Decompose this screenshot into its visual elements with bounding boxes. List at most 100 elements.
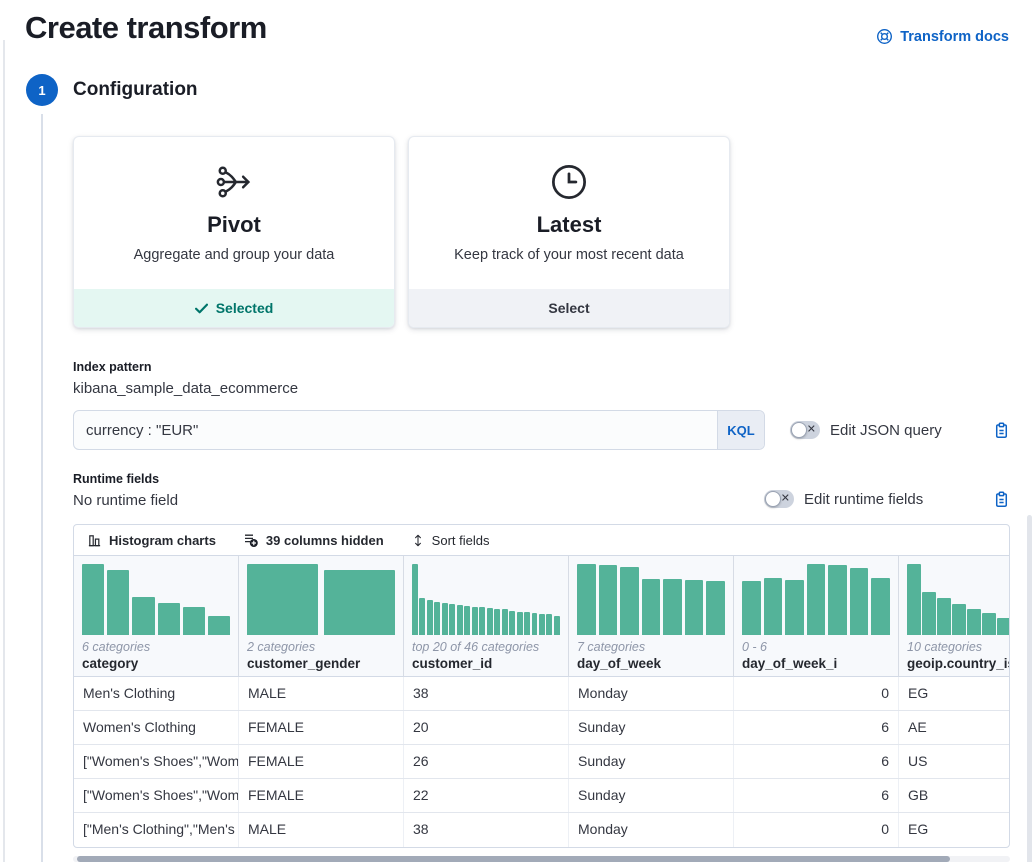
table-cell[interactable]: ["Women's Shoes","Wom... [74,745,239,778]
table-cell[interactable]: 0 [734,677,899,710]
histogram-bar [434,602,440,635]
column-header-customer_gender[interactable]: 2 categoriescustomer_gender [239,556,404,676]
table-cell[interactable]: MALE [239,813,404,847]
edit-json-query-toggle[interactable]: ✕ [790,421,820,439]
column-header-customer_id[interactable]: top 20 of 46 categoriescustomer_id [404,556,569,676]
table-cell[interactable]: MALE [239,677,404,710]
histogram-bar [546,614,552,635]
sort-fields-button[interactable]: Sort fields [411,533,490,548]
histogram-bar [871,578,890,636]
histogram-bar [132,597,154,635]
table-cell[interactable]: 38 [404,813,569,847]
histogram-bar [457,605,463,635]
table-cell[interactable]: Men's Clothing [74,677,239,710]
histogram-bar [502,609,508,635]
kql-language-button[interactable]: KQL [717,411,764,449]
table-cell[interactable]: AE [899,711,1010,744]
sort-arrows-icon [411,533,425,548]
table-cell[interactable]: FEMALE [239,779,404,812]
table-cell[interactable]: Sunday [569,779,734,812]
grid-horizontal-scrollbar[interactable] [73,856,1010,862]
toggle-off-x-icon: ✕ [807,424,816,435]
preview-data-grid: Histogram charts 39 columns hidden [73,524,1010,848]
table-row: Men's ClothingMALE38Monday0EG [74,677,1009,711]
table-cell[interactable]: 26 [404,745,569,778]
table-cell[interactable]: GB [899,779,1010,812]
pivot-footer-label: Selected [216,300,274,316]
edit-runtime-fields-toggle[interactable]: ✕ [764,490,794,508]
grid-body: Men's ClothingMALE38Monday0EGWomen's Clo… [74,677,1009,847]
table-cell[interactable]: 20 [404,711,569,744]
table-cell[interactable]: FEMALE [239,711,404,744]
latest-card-subtitle: Keep track of your most recent data [454,247,684,263]
table-cell[interactable]: 0 [734,813,899,847]
column-legend: 7 categories [577,640,725,654]
latest-card[interactable]: Latest Keep track of your most recent da… [408,136,730,328]
table-cell[interactable]: US [899,745,1010,778]
histogram-bar [807,564,826,635]
histogram-bar [663,579,682,635]
table-cell[interactable]: 6 [734,745,899,778]
table-cell[interactable]: ["Men's Clothing","Men's ... [74,813,239,847]
histogram-bar [464,606,470,635]
transform-docs-link[interactable]: Transform docs [876,28,1009,45]
histogram-bar [785,580,804,635]
table-row: ["Women's Shoes","Wom...FEMALE26Sunday6U… [74,745,1009,779]
table-cell[interactable]: Monday [569,677,734,710]
documentation-icon [876,28,893,45]
table-cell[interactable]: EG [899,813,1010,847]
column-header-category[interactable]: 6 categoriescategory [74,556,239,676]
table-cell[interactable]: FEMALE [239,745,404,778]
histogram-charts-label: Histogram charts [109,533,216,548]
histogram-bar [183,607,205,635]
aggregate-icon [214,162,254,202]
table-cell[interactable]: Women's Clothing [74,711,239,744]
table-cell[interactable]: Monday [569,813,734,847]
columns-hidden-label: 39 columns hidden [266,533,384,548]
table-cell[interactable]: EG [899,677,1010,710]
histogram-bar [642,579,661,635]
column-legend: 0 - 6 [742,640,890,654]
clock-icon [549,162,589,202]
step-number-badge: 1 [26,74,58,106]
query-bar: currency : "EUR" KQL [73,410,765,450]
pivot-card[interactable]: Pivot Aggregate and group your data Sele… [73,136,395,328]
latest-select-footer[interactable]: Select [409,289,729,327]
table-cell[interactable]: Sunday [569,745,734,778]
columns-hidden-button[interactable]: 39 columns hidden [243,532,384,548]
table-row: ["Women's Shoes","Wom...FEMALE22Sunday6G… [74,779,1009,813]
histogram-bar [967,609,981,635]
table-cell[interactable]: ["Women's Shoes","Wom... [74,779,239,812]
histogram-charts-button[interactable]: Histogram charts [87,533,216,548]
histogram-bar [524,612,530,635]
histogram-bar [997,618,1010,635]
histogram-bar [937,598,951,635]
scrollbar-thumb[interactable] [77,856,950,862]
pivot-selected-footer[interactable]: Selected [74,289,394,327]
histogram-bar [247,564,318,635]
table-cell[interactable]: Sunday [569,711,734,744]
column-header-day_of_week[interactable]: 7 categoriesday_of_week [569,556,734,676]
table-cell[interactable]: 22 [404,779,569,812]
columns-list-icon [243,532,259,548]
vertical-scrollbar[interactable] [1027,515,1032,862]
table-cell[interactable]: 6 [734,779,899,812]
table-cell[interactable]: 6 [734,711,899,744]
transform-type-cards: Pivot Aggregate and group your data Sele… [73,136,1010,328]
histogram-chart [412,564,560,635]
histogram-bar [472,607,478,635]
grid-toolbar: Histogram charts 39 columns hidden [74,525,1009,556]
kql-query-input[interactable]: currency : "EUR" [74,411,717,449]
histogram-bar [494,609,500,635]
column-header-day_of_week_i[interactable]: 0 - 6day_of_week_i [734,556,899,676]
histogram-bar [509,611,515,635]
copy-json-query-icon[interactable] [993,422,1010,439]
column-header-geoip.country_iso_[interactable]: 10 categoriesgeoip.country_iso_ [899,556,1010,676]
column-name: geoip.country_iso_ [907,656,1010,671]
table-cell[interactable]: 38 [404,677,569,710]
histogram-bar [107,570,129,635]
copy-runtime-fields-icon[interactable] [993,491,1010,508]
runtime-fields-value: No runtime field [73,492,178,509]
toggle-off-x-icon: ✕ [781,493,790,504]
histogram-bar [599,565,618,635]
